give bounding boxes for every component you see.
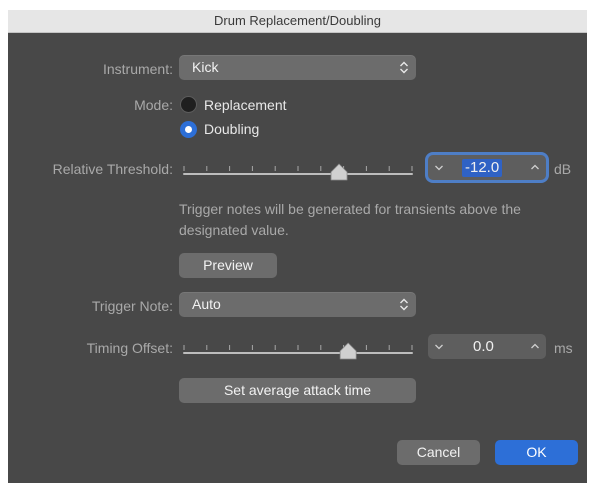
timing-increment-icon[interactable] <box>524 334 546 359</box>
timing-offset-slider-knob <box>339 342 357 360</box>
drum-replacement-dialog: Drum Replacement/Doubling Instrument: Ki… <box>8 10 587 483</box>
mode-label: Mode: <box>134 97 173 113</box>
threshold-value[interactable]: -12.0 <box>462 159 503 177</box>
threshold-stepper[interactable]: -12.0 <box>428 155 546 180</box>
timing-offset-label: Timing Offset: <box>86 340 173 356</box>
threshold-decrement-icon[interactable] <box>428 155 450 180</box>
threshold-slider-track <box>183 163 413 181</box>
timing-offset-slider-track <box>183 342 413 360</box>
trigger-note-label: Trigger Note: <box>91 298 173 314</box>
threshold-slider-knob <box>330 163 348 181</box>
mode-replacement-radio[interactable] <box>180 96 197 113</box>
threshold-label: Relative Threshold: <box>52 161 173 177</box>
updown-chevron-icon <box>400 298 408 311</box>
trigger-note-popup[interactable]: Auto <box>179 292 416 317</box>
cancel-button[interactable]: Cancel <box>397 440 480 465</box>
timing-offset-unit: ms <box>554 340 573 356</box>
timing-offset-value[interactable]: 0.0 <box>473 334 494 359</box>
mode-replacement-label[interactable]: Replacement <box>204 97 287 113</box>
instrument-popup[interactable]: Kick <box>179 55 416 80</box>
timing-offset-stepper[interactable]: 0.0 <box>428 334 546 359</box>
threshold-unit: dB <box>554 161 572 177</box>
threshold-increment-icon[interactable] <box>524 155 546 180</box>
trigger-note-value: Auto <box>192 296 221 312</box>
timing-decrement-icon[interactable] <box>428 334 450 359</box>
set-average-attack-button[interactable]: Set average attack time <box>179 378 416 403</box>
ok-button[interactable]: OK <box>495 440 578 465</box>
timing-offset-slider[interactable] <box>176 333 420 363</box>
threshold-help-text: Trigger notes will be generated for tran… <box>179 201 521 238</box>
preview-button[interactable]: Preview <box>179 253 277 278</box>
mode-doubling-label[interactable]: Doubling <box>204 121 259 137</box>
instrument-label: Instrument: <box>102 61 173 77</box>
window-title: Drum Replacement/Doubling <box>8 10 587 33</box>
threshold-slider[interactable] <box>176 154 420 184</box>
updown-chevron-icon <box>400 61 408 74</box>
instrument-value: Kick <box>192 59 219 75</box>
mode-doubling-radio[interactable] <box>180 121 197 138</box>
